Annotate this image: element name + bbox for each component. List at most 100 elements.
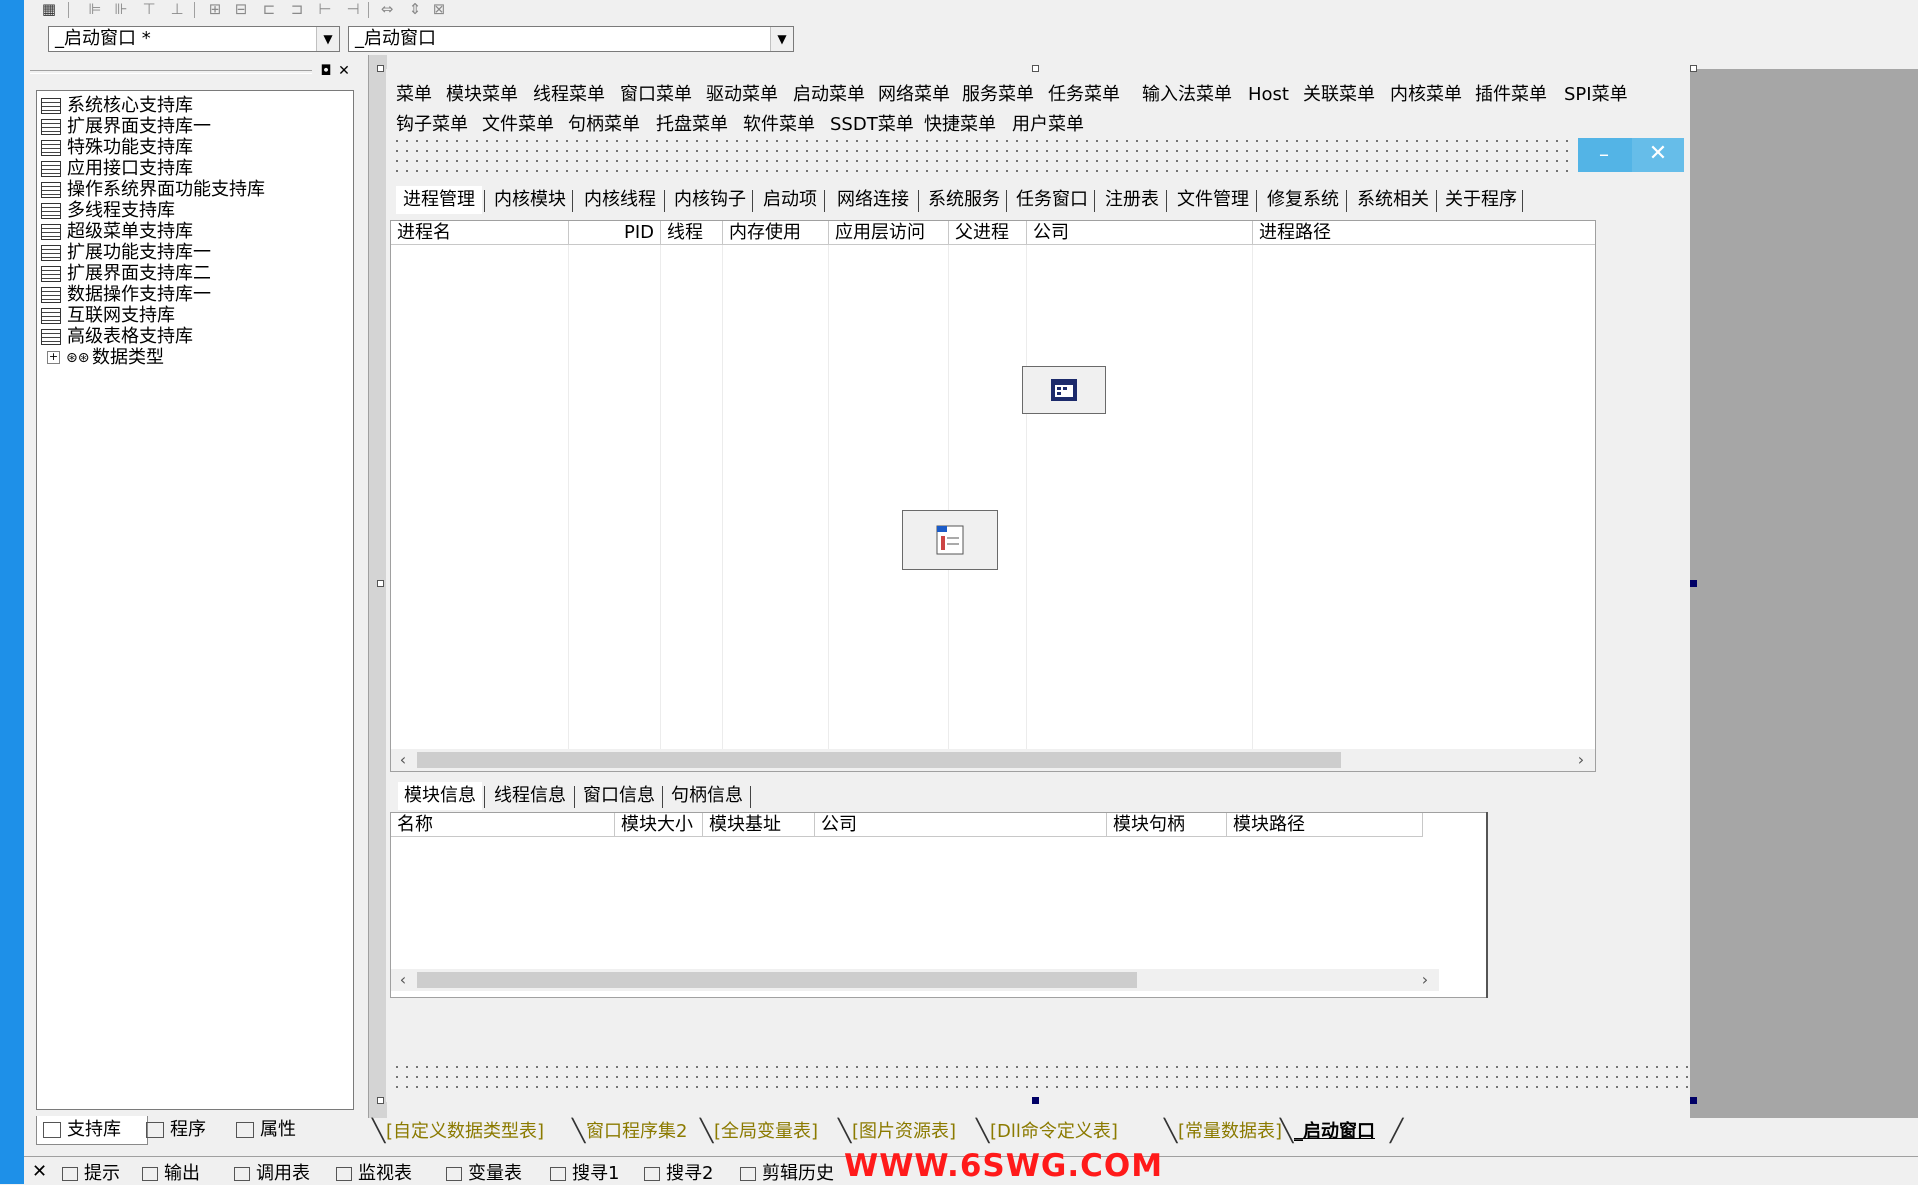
menu-item[interactable]: SPI菜单 bbox=[1564, 83, 1628, 107]
tab-1[interactable]: 内核模块 bbox=[490, 186, 570, 214]
align-bottom-icon[interactable]: ⊥ bbox=[166, 0, 188, 18]
scroll-right-icon[interactable]: › bbox=[1415, 969, 1435, 991]
menu-item[interactable]: 用户菜单 bbox=[1012, 113, 1084, 137]
panel-grip[interactable] bbox=[30, 70, 312, 74]
column-header[interactable]: 内存使用 bbox=[723, 221, 829, 245]
tree-item[interactable]: 多线程支持库 bbox=[41, 200, 353, 221]
close-button[interactable]: ✕ bbox=[1632, 138, 1684, 172]
resize-handle[interactable] bbox=[377, 65, 384, 72]
menu-item[interactable]: 钩子菜单 bbox=[396, 113, 468, 137]
column-header[interactable]: 公司 bbox=[1027, 221, 1253, 245]
menu-item[interactable]: 软件菜单 bbox=[743, 113, 815, 137]
tree-item[interactable]: 系统核心支持库 bbox=[41, 95, 353, 116]
tree-item[interactable]: 高级表格支持库 bbox=[41, 326, 353, 347]
menu-item[interactable]: 菜单 bbox=[396, 83, 432, 107]
align-right-icon[interactable]: ⊪ bbox=[110, 0, 132, 18]
tab-12[interactable]: 关于程序 bbox=[1442, 186, 1520, 214]
designer-tab[interactable]: _启动窗口 bbox=[1294, 1118, 1375, 1146]
restore-icon[interactable]: ◘ bbox=[318, 62, 334, 80]
tree-item[interactable]: 应用接口支持库 bbox=[41, 158, 353, 179]
designer-tab[interactable]: [自定义数据类型表] bbox=[386, 1118, 544, 1146]
scroll-right-icon[interactable]: › bbox=[1571, 749, 1591, 771]
tab-7[interactable]: 任务窗口 bbox=[1012, 186, 1092, 214]
designer-tab[interactable]: 窗口程序集2 bbox=[586, 1118, 687, 1146]
same-width-icon[interactable]: ⊏ bbox=[258, 0, 280, 18]
tab-program[interactable]: 程序 bbox=[140, 1116, 236, 1144]
module-list[interactable]: 名称 模块大小 模块基址 公司 模块句柄 模块路径 ‹ › bbox=[390, 812, 1488, 998]
menu-control[interactable] bbox=[902, 510, 998, 570]
menu-item[interactable]: 模块菜单 bbox=[446, 83, 518, 107]
tab-8[interactable]: 注册表 bbox=[1100, 186, 1164, 214]
tree-item-data-types[interactable]: + ⊛⊛ 数据类型 bbox=[41, 347, 353, 368]
resize-handle[interactable] bbox=[1690, 65, 1697, 72]
event-selector[interactable]: _启动窗口 ▼ bbox=[348, 26, 794, 52]
status-tab[interactable]: 剪辑历史 bbox=[740, 1163, 834, 1185]
align-top-icon[interactable]: ⊤ bbox=[138, 0, 160, 18]
tab-support-library[interactable]: 支持库 bbox=[36, 1116, 148, 1145]
menu-item[interactable]: 输入法菜单 bbox=[1142, 83, 1232, 107]
scroll-left-icon[interactable]: ‹ bbox=[393, 749, 413, 771]
status-tab[interactable]: 调用表 bbox=[234, 1163, 310, 1185]
process-list[interactable]: 进程名PID线程内存使用应用层访问父进程公司进程路径创 ‹ › bbox=[390, 220, 1596, 772]
column-header[interactable]: 进程名 bbox=[391, 221, 569, 245]
subtab-0[interactable]: 模块信息 bbox=[398, 782, 482, 810]
tab-10[interactable]: 修复系统 bbox=[1262, 186, 1344, 214]
tab-0[interactable]: 进程管理 bbox=[396, 186, 482, 214]
designer-tab[interactable]: [Dll命令定义表] bbox=[990, 1118, 1118, 1146]
timer-control[interactable] bbox=[1022, 366, 1106, 414]
center-horizontal-icon[interactable]: ⊞ bbox=[204, 0, 226, 18]
status-tab[interactable]: 监视表 bbox=[336, 1163, 412, 1185]
close-icon[interactable]: ✕ bbox=[32, 1161, 47, 1183]
menu-item[interactable]: 快捷菜单 bbox=[924, 113, 996, 137]
form-icon[interactable]: ▦ bbox=[38, 0, 60, 18]
minimize-button[interactable]: – bbox=[1578, 138, 1630, 172]
column-header[interactable]: 应用层访问 bbox=[829, 221, 949, 245]
column-header[interactable]: 模块大小 bbox=[615, 813, 703, 837]
tree-item[interactable]: 特殊功能支持库 bbox=[41, 137, 353, 158]
tab-3[interactable]: 内核钩子 bbox=[670, 186, 750, 214]
menu-item[interactable]: 关联菜单 bbox=[1303, 83, 1375, 107]
chevron-down-icon[interactable]: ▼ bbox=[316, 27, 339, 51]
menu-item[interactable]: Host bbox=[1248, 83, 1289, 107]
scroll-thumb[interactable] bbox=[417, 972, 1137, 988]
menu-item[interactable]: 网络菜单 bbox=[878, 83, 950, 107]
menu-item[interactable]: 驱动菜单 bbox=[706, 83, 778, 107]
library-tree[interactable]: 系统核心支持库 扩展界面支持库一 特殊功能支持库 应用接口支持库 操作系统界面功… bbox=[36, 90, 354, 1110]
resize-handle[interactable] bbox=[1032, 1097, 1039, 1104]
subtab-1[interactable]: 线程信息 bbox=[488, 782, 572, 810]
column-header[interactable]: 模块基址 bbox=[703, 813, 815, 837]
column-header[interactable]: 模块路径 bbox=[1227, 813, 1423, 837]
tab-4[interactable]: 启动项 bbox=[758, 186, 822, 214]
tree-item[interactable]: 互联网支持库 bbox=[41, 305, 353, 326]
menu-item[interactable]: 窗口菜单 bbox=[620, 83, 692, 107]
column-header[interactable]: 进程路径 bbox=[1253, 221, 1595, 245]
menu-item[interactable]: SSDT菜单 bbox=[830, 113, 914, 137]
menu-item[interactable]: 句柄菜单 bbox=[568, 113, 640, 137]
scroll-left-icon[interactable]: ‹ bbox=[393, 969, 413, 991]
resize-handle[interactable] bbox=[1690, 1097, 1697, 1104]
space-vertical-icon[interactable]: ⊣ bbox=[342, 0, 364, 18]
resize-handle[interactable] bbox=[377, 1097, 384, 1104]
close-icon[interactable]: ✕ bbox=[336, 62, 352, 80]
menu-item[interactable]: 插件菜单 bbox=[1475, 83, 1547, 107]
resize-handle[interactable] bbox=[1032, 65, 1039, 72]
menu-item[interactable]: 托盘菜单 bbox=[656, 113, 728, 137]
tab-9[interactable]: 文件管理 bbox=[1172, 186, 1254, 214]
designer-tab[interactable]: [全局变量表] bbox=[714, 1118, 818, 1146]
status-tab[interactable]: 输出 bbox=[142, 1163, 200, 1185]
status-tab[interactable]: 搜寻2 bbox=[644, 1163, 713, 1185]
menu-item[interactable]: 服务菜单 bbox=[962, 83, 1034, 107]
tree-item[interactable]: 数据操作支持库一 bbox=[41, 284, 353, 305]
tab-6[interactable]: 系统服务 bbox=[924, 186, 1004, 214]
tab-5[interactable]: 网络连接 bbox=[830, 186, 916, 214]
grid-icon[interactable]: ⊠ bbox=[428, 0, 450, 18]
subtab-3[interactable]: 句柄信息 bbox=[666, 782, 748, 810]
tree-item[interactable]: 超级菜单支持库 bbox=[41, 221, 353, 242]
column-header[interactable]: 父进程 bbox=[949, 221, 1027, 245]
menu-item[interactable]: 文件菜单 bbox=[482, 113, 554, 137]
tree-item[interactable]: 扩展界面支持库一 bbox=[41, 116, 353, 137]
module-list-hscroll[interactable]: ‹ › bbox=[391, 969, 1439, 991]
subtab-2[interactable]: 窗口信息 bbox=[578, 782, 660, 810]
resize-handle[interactable] bbox=[1690, 580, 1697, 587]
object-selector[interactable]: _启动窗口 * ▼ bbox=[48, 26, 340, 52]
